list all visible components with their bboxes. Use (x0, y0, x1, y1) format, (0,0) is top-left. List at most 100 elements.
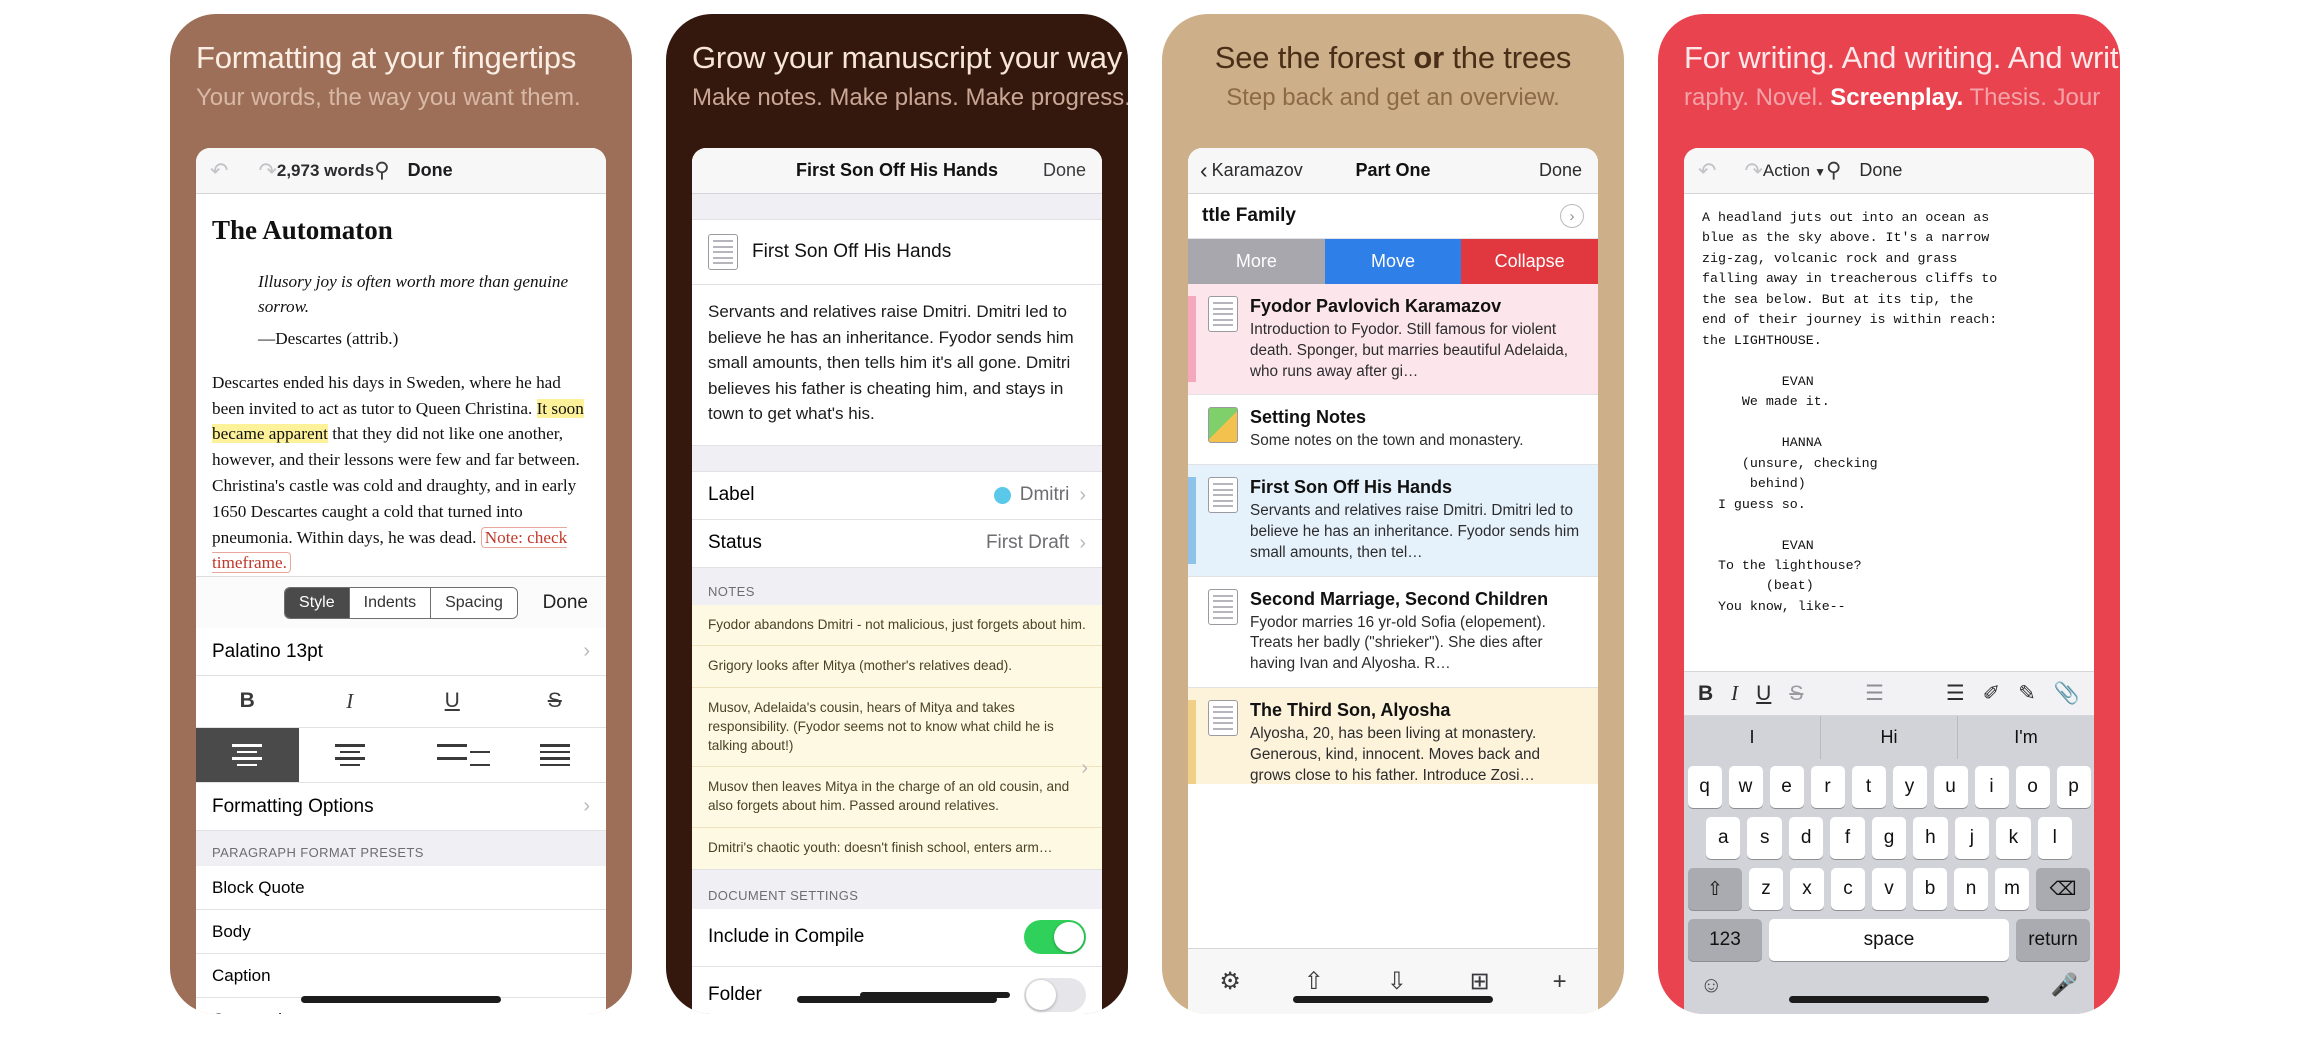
pen-icon[interactable]: ✎ (2018, 681, 2036, 706)
note-item[interactable]: Fyodor abandons Dmitri - not malicious, … (692, 605, 1102, 647)
key-s[interactable]: s (1747, 817, 1782, 859)
done-button[interactable]: Done (1539, 160, 1582, 181)
key-w[interactable]: w (1728, 766, 1763, 808)
document-body[interactable]: The Automaton Illusory joy is often wort… (196, 194, 606, 576)
include-in-compile-toggle[interactable] (1024, 920, 1086, 954)
strikethrough-button[interactable]: S (504, 676, 607, 727)
italic-button[interactable]: I (1731, 681, 1738, 706)
key-v[interactable]: v (1872, 868, 1906, 910)
shift-key[interactable]: ⇧ (1688, 868, 1742, 910)
key-d[interactable]: d (1788, 817, 1824, 859)
note-item[interactable]: Dmitri's chaotic youth: doesn't finish s… (692, 828, 1102, 869)
strikethrough-button[interactable]: S (1789, 682, 1803, 706)
key-i[interactable]: i (1974, 766, 2009, 808)
key-k[interactable]: k (1996, 817, 2031, 859)
chevron-circle-icon[interactable]: › (1560, 204, 1584, 228)
tab-style[interactable]: Style (285, 588, 350, 619)
key-n[interactable]: n (1954, 868, 1988, 910)
outline-row[interactable]: Second Marriage, Second Children Fyodor m… (1188, 577, 1598, 688)
plus-icon[interactable]: + (1553, 968, 1567, 996)
bold-button[interactable]: B (1698, 682, 1713, 706)
attach-icon[interactable]: 📎 (2054, 682, 2080, 706)
key-p[interactable]: p (2056, 766, 2091, 808)
format-done-button[interactable]: Done (543, 592, 588, 614)
synopsis-text[interactable]: Servants and relatives raise Dmitri. Dmi… (692, 285, 1102, 446)
label-row[interactable]: Label Dmitri › (692, 471, 1102, 520)
highlight-icon[interactable]: ✐ (1983, 681, 2001, 706)
align-icon[interactable]: ☰ (1946, 681, 1965, 706)
share-icon[interactable]: ⇧ (1304, 967, 1324, 996)
key-u[interactable]: u (1933, 766, 1968, 808)
redo-icon[interactable]: ↷ (258, 158, 276, 184)
done-button[interactable]: Done (1859, 160, 1902, 181)
folder-row[interactable]: Folder (692, 966, 1102, 1014)
redo-icon[interactable]: ↷ (1744, 158, 1762, 184)
outline-list[interactable]: Fyodor Pavlovich Karamazov Introduction t… (1188, 284, 1598, 784)
list-icon[interactable]: ☰ (1865, 681, 1884, 706)
outline-row[interactable]: Setting Notes Some notes on the town and … (1188, 395, 1598, 466)
key-b[interactable]: b (1913, 868, 1947, 910)
emoji-icon[interactable]: ☺ (1700, 972, 1722, 998)
preset-body[interactable]: Body (196, 910, 606, 955)
back-button[interactable]: ‹ Karamazov (1200, 157, 1303, 184)
key-z[interactable]: z (1749, 868, 1783, 910)
undo-icon[interactable]: ↶ (1698, 158, 1716, 184)
done-button[interactable]: Done (1043, 160, 1086, 181)
key-m[interactable]: m (1995, 868, 2029, 910)
notes-list[interactable]: Fyodor abandons Dmitri - not malicious, … (692, 604, 1102, 869)
preset-caption[interactable]: Caption (196, 954, 606, 999)
key-l[interactable]: l (2037, 817, 2072, 859)
screenplay-text[interactable]: A headland juts out into an ocean as blu… (1684, 194, 2094, 631)
key-c[interactable]: c (1831, 868, 1865, 910)
status-row[interactable]: Status First Draft › (692, 519, 1102, 568)
undo-icon[interactable]: ↶ (210, 158, 228, 184)
align-right-icon[interactable] (401, 728, 504, 782)
align-center-icon[interactable] (299, 728, 402, 782)
tab-spacing[interactable]: Spacing (431, 588, 517, 619)
underline-button[interactable]: U (1756, 682, 1771, 706)
move-button[interactable]: Move (1324, 239, 1462, 284)
key-t[interactable]: t (1851, 766, 1886, 808)
numbers-key[interactable]: 123 (1688, 919, 1762, 961)
key-g[interactable]: g (1871, 817, 1907, 859)
import-icon[interactable]: ⇩ (1387, 967, 1407, 996)
done-button[interactable]: Done (408, 160, 453, 181)
note-item[interactable]: Musov, Adelaida's cousin, hears of Mitya… (692, 688, 1102, 768)
note-item[interactable]: Musov then leaves Mitya in the charge of… (692, 767, 1102, 828)
prediction-2[interactable]: Hi (1821, 716, 1958, 759)
key-f[interactable]: f (1830, 817, 1865, 859)
key-r[interactable]: r (1810, 766, 1845, 808)
add-document-icon[interactable]: ⊞ (1470, 967, 1490, 996)
font-row[interactable]: Palatino 13pt › (196, 628, 606, 677)
key-a[interactable]: a (1706, 817, 1741, 859)
more-button[interactable]: More (1188, 239, 1325, 284)
align-left-icon[interactable] (196, 728, 299, 783)
backspace-key[interactable]: ⌫ (2036, 868, 2090, 910)
key-o[interactable]: o (2015, 766, 2050, 808)
key-q[interactable]: q (1687, 766, 1722, 808)
gear-icon[interactable]: ⚙ (1219, 967, 1241, 996)
key-j[interactable]: j (1954, 817, 1990, 859)
bold-button[interactable]: B (196, 676, 299, 727)
segmented-control[interactable]: Style Indents Spacing (284, 587, 518, 620)
key-y[interactable]: y (1892, 766, 1927, 808)
collapse-button[interactable]: Collapse (1461, 239, 1598, 284)
outline-row[interactable]: The Third Son, Alyosha Alyosha, 20, has b… (1188, 687, 1598, 784)
folder-breadcrumb-row[interactable]: ttle Family › (1188, 194, 1598, 239)
folder-toggle[interactable] (1024, 978, 1086, 1012)
key-x[interactable]: x (1790, 868, 1824, 910)
tab-indents[interactable]: Indents (349, 588, 432, 619)
search-icon[interactable]: ⚲ (1826, 158, 1841, 183)
key-h[interactable]: h (1913, 817, 1948, 859)
action-menu-button[interactable]: Action ▼ (1763, 161, 1826, 181)
return-key[interactable]: return (2016, 919, 2090, 961)
align-justify-icon[interactable] (504, 728, 607, 782)
prediction-3[interactable]: I'm (1958, 716, 2094, 759)
document-card-row[interactable]: First Son Off His Hands (692, 220, 1102, 285)
microphone-icon[interactable]: 🎤 (2051, 972, 2078, 998)
outline-row[interactable]: First Son Off His Hands Servants and rela… (1188, 465, 1598, 577)
italic-button[interactable]: I (299, 676, 402, 727)
key-e[interactable]: e (1769, 766, 1804, 808)
preset-block-quote[interactable]: Block Quote (196, 866, 606, 911)
formatting-options-row[interactable]: Formatting Options › (196, 783, 606, 832)
